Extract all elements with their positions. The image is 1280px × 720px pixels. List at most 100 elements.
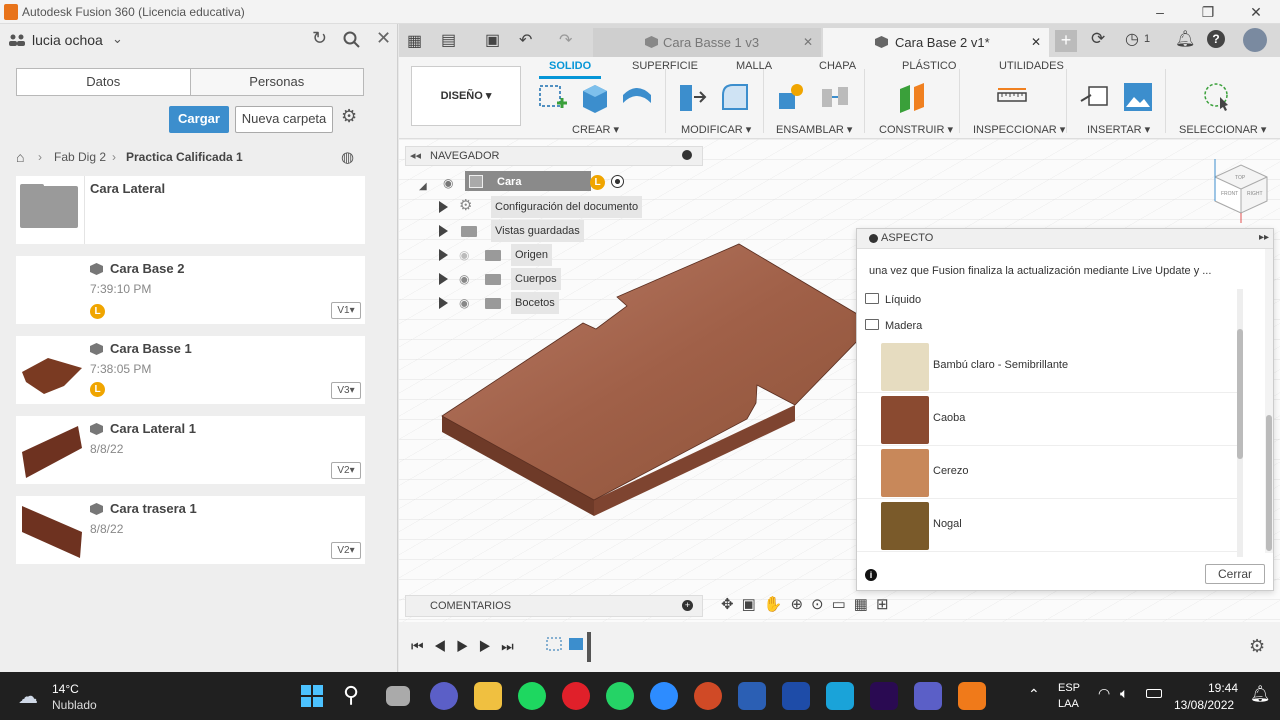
activate-radio-icon[interactable] bbox=[611, 175, 624, 188]
powerpoint-icon[interactable] bbox=[694, 682, 722, 710]
pan-icon[interactable]: ✋ bbox=[764, 596, 791, 613]
undo-icon[interactable]: ↶ bbox=[519, 30, 532, 50]
tab-utilidades[interactable]: UTILIDADES bbox=[999, 60, 1064, 72]
eye-icon[interactable]: ◉ bbox=[459, 268, 469, 290]
tab-malla[interactable]: MALLA bbox=[736, 60, 772, 72]
volume-icon[interactable]: 🔈︎ bbox=[1120, 685, 1128, 702]
redo-icon[interactable]: ↷ bbox=[559, 30, 572, 50]
expand-right-icon[interactable]: ▸▸ bbox=[1259, 232, 1269, 243]
group-ensamblar[interactable]: ENSAMBLAR ▾ bbox=[776, 123, 852, 136]
search-icon[interactable]: ⚲ bbox=[343, 682, 359, 708]
tab-solido[interactable]: SOLIDO bbox=[549, 60, 591, 72]
step-back-icon[interactable]: ◀ bbox=[434, 638, 457, 654]
go-to-start-icon[interactable]: ⏮ bbox=[411, 638, 434, 654]
offset-plane-icon[interactable] bbox=[896, 81, 928, 113]
play-icon[interactable]: ▶ bbox=[456, 638, 479, 654]
list-item-design[interactable]: Cara Lateral 1 8/8/22 V2▾ bbox=[16, 416, 365, 484]
collapse-triangle-icon[interactable]: ◢ bbox=[419, 176, 427, 198]
insert-derive-icon[interactable] bbox=[1079, 81, 1111, 113]
timeline-marker[interactable] bbox=[587, 632, 591, 662]
go-to-end-icon[interactable]: ⏭ bbox=[501, 638, 524, 654]
list-item-design[interactable]: Cara trasera 1 8/8/22 V2▾ bbox=[16, 496, 365, 564]
word-icon[interactable] bbox=[738, 682, 766, 710]
folder-madera[interactable]: Madera bbox=[885, 320, 922, 332]
outer-scrollbar[interactable] bbox=[1265, 249, 1273, 553]
grid-menu-icon[interactable]: ▦ bbox=[407, 31, 422, 51]
viewports-icon[interactable]: ⊞ bbox=[876, 596, 897, 613]
battery-icon[interactable] bbox=[1146, 689, 1162, 698]
tab-close-icon[interactable]: ✕ bbox=[803, 28, 813, 57]
tab-chapa[interactable]: CHAPA bbox=[819, 60, 856, 72]
view-cube[interactable]: FRONT RIGHT TOP bbox=[1207, 155, 1273, 225]
grid-settings-icon[interactable]: ▦ bbox=[854, 596, 876, 613]
scrollbar-thumb[interactable] bbox=[1237, 329, 1243, 459]
list-item-design[interactable]: Cara Basse 1 7:38:05 PM L V3▾ bbox=[16, 336, 365, 404]
tab-datos[interactable]: Datos bbox=[17, 69, 191, 95]
opera-icon[interactable] bbox=[562, 682, 590, 710]
notification-bell-icon[interactable]: 🔔︎ bbox=[1250, 684, 1270, 704]
group-construir[interactable]: CONSTRUIR ▾ bbox=[879, 123, 953, 136]
job-status-icon[interactable]: ◷ bbox=[1125, 29, 1139, 49]
version-badge[interactable]: V2▾ bbox=[331, 542, 361, 559]
task-view-icon[interactable] bbox=[386, 686, 410, 706]
collapse-left-icon[interactable]: ◂◂ bbox=[410, 149, 421, 162]
material-row[interactable]: Caoba bbox=[857, 394, 1237, 446]
eye-icon[interactable]: ◉ bbox=[459, 292, 469, 314]
expand-triangle-icon[interactable] bbox=[439, 225, 448, 237]
expand-triangle-icon[interactable] bbox=[439, 201, 448, 213]
close-window-button[interactable]: ✕ bbox=[1242, 2, 1270, 22]
new-component-icon[interactable] bbox=[775, 81, 807, 113]
avatar[interactable] bbox=[1243, 28, 1267, 52]
new-folder-button[interactable]: Nueva carpeta bbox=[235, 106, 333, 133]
group-insertar[interactable]: INSERTAR ▾ bbox=[1087, 123, 1150, 136]
display-settings-icon[interactable]: ▭ bbox=[832, 596, 854, 613]
user-name[interactable]: lucia ochoa bbox=[32, 32, 103, 48]
wifi-icon[interactable]: ◠ bbox=[1098, 685, 1110, 702]
breadcrumb-fab-dig-2[interactable]: Fab Dig 2 bbox=[54, 150, 106, 164]
save-icon[interactable]: ▣ bbox=[485, 30, 500, 50]
revolve-icon[interactable] bbox=[621, 81, 653, 113]
globe-icon[interactable]: ◍ bbox=[341, 148, 354, 166]
orbit-icon[interactable]: ✥ bbox=[721, 596, 742, 613]
restore-button[interactable]: ❐ bbox=[1194, 2, 1222, 22]
expand-triangle-icon[interactable] bbox=[439, 297, 448, 309]
eye-icon[interactable]: ◉ bbox=[443, 172, 453, 194]
notifications-icon[interactable]: 🔔︎ bbox=[1175, 29, 1195, 49]
scrollbar-thumb[interactable] bbox=[1266, 415, 1272, 551]
appearance-header[interactable]: ASPECTO ▸▸ bbox=[857, 229, 1273, 249]
weather-temp[interactable]: 14°C bbox=[52, 682, 79, 696]
search-icon[interactable] bbox=[343, 31, 361, 49]
camera-icon[interactable]: ▣ bbox=[742, 596, 764, 613]
group-crear[interactable]: CREAR ▾ bbox=[572, 123, 619, 136]
add-comment-icon[interactable]: + bbox=[682, 600, 693, 611]
teams-icon[interactable] bbox=[914, 682, 942, 710]
info-icon[interactable]: i bbox=[865, 569, 877, 581]
folder-liquido[interactable]: Líquido bbox=[885, 294, 921, 306]
group-modificar[interactable]: MODIFICAR ▾ bbox=[681, 123, 751, 136]
version-badge[interactable]: V3▾ bbox=[331, 382, 361, 399]
eye-hidden-icon[interactable]: ◉ bbox=[459, 244, 469, 266]
revit-icon[interactable] bbox=[782, 682, 810, 710]
close-appearance-button[interactable]: Cerrar bbox=[1205, 564, 1265, 584]
step-forward-icon[interactable]: ▶ bbox=[479, 638, 502, 654]
expand-triangle-icon[interactable] bbox=[439, 273, 448, 285]
lang-primary[interactable]: ESP bbox=[1058, 682, 1080, 694]
new-tab-button[interactable]: + bbox=[1055, 30, 1077, 52]
create-sketch-icon[interactable] bbox=[537, 81, 569, 113]
whatsapp-icon[interactable] bbox=[606, 682, 634, 710]
premiere-icon[interactable] bbox=[870, 682, 898, 710]
navigator-header[interactable]: ◂◂ NAVEGADOR bbox=[405, 146, 703, 166]
home-icon[interactable]: ⌂ bbox=[16, 149, 24, 165]
workspace-switcher[interactable]: DISEÑO ▾ bbox=[411, 66, 521, 126]
select-icon[interactable] bbox=[1202, 81, 1234, 113]
chevron-down-icon[interactable]: ⌄ bbox=[112, 31, 123, 47]
tab-plastico[interactable]: PLÁSTICO bbox=[902, 60, 956, 72]
version-badge[interactable]: V1▾ bbox=[331, 302, 361, 319]
timeline-extrude-feature[interactable] bbox=[567, 634, 587, 654]
file-icon[interactable]: ▤ bbox=[441, 30, 456, 50]
insert-image-icon[interactable] bbox=[1122, 81, 1154, 113]
expand-triangle-icon[interactable] bbox=[439, 249, 448, 261]
fillet-icon[interactable] bbox=[719, 81, 751, 113]
clock-time[interactable]: 19:44 bbox=[1206, 681, 1238, 695]
zoom-icon[interactable] bbox=[650, 682, 678, 710]
